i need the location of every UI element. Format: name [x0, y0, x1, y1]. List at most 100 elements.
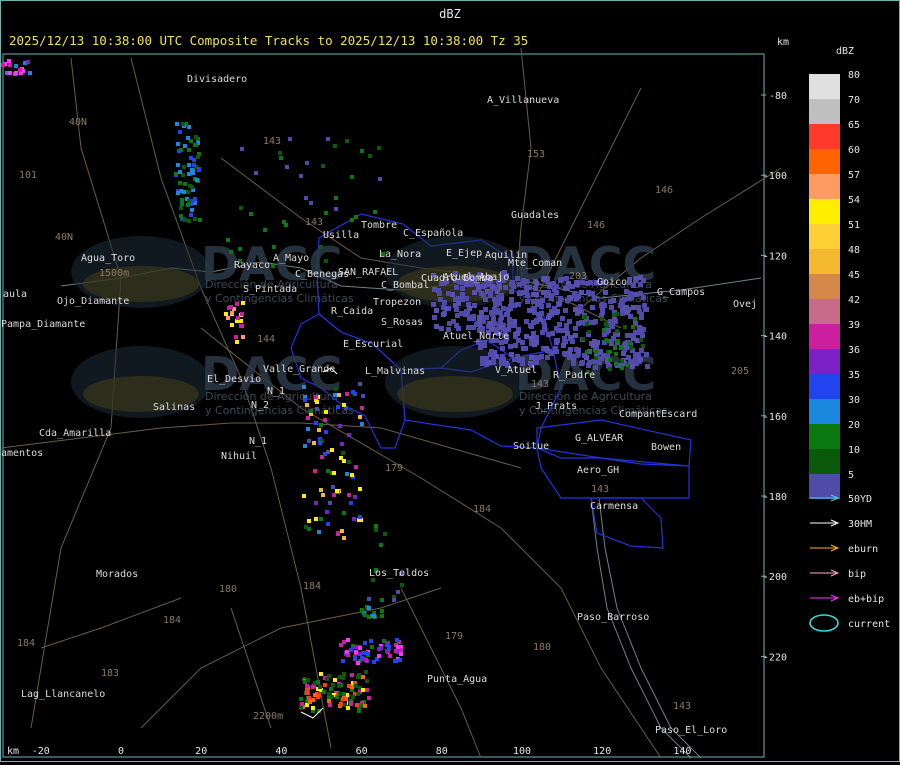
echo-cell: [192, 163, 196, 167]
echo-cell: [302, 385, 306, 389]
echo-cell: [463, 312, 468, 317]
legend-level-label: 42: [848, 295, 860, 306]
echo-cell: [387, 646, 391, 650]
echo-cell: [630, 333, 635, 338]
x-tick-label: -20: [32, 746, 50, 757]
echo-cell: [613, 319, 618, 324]
echo-cell: [393, 659, 397, 663]
watermark-group: DACC DACCDACC DACCDirección de Agricultura…: [71, 236, 668, 418]
track-legend-label: eb+bip: [848, 594, 884, 605]
echo-cell: [180, 198, 184, 202]
legend-title: dBZ: [836, 46, 854, 57]
echo-cell: [571, 361, 576, 366]
echo-cell: [472, 290, 477, 295]
echo-cell: [351, 390, 355, 394]
echo-cell: [312, 441, 316, 445]
echo-cell: [333, 393, 337, 397]
echo-cell: [236, 316, 240, 320]
echo-cell: [517, 358, 522, 363]
echo-cell: [509, 302, 514, 307]
legend-swatch: [809, 249, 840, 274]
echo-cell: [254, 171, 258, 175]
echo-cell: [504, 312, 509, 317]
echo-cell: [174, 172, 178, 176]
echo-cell: [559, 277, 564, 282]
echo-cell: [615, 312, 619, 316]
echo-cell: [574, 296, 579, 301]
echo-cell: [379, 543, 383, 547]
echo-cell: [523, 346, 528, 351]
echo-cell: [641, 344, 645, 348]
echo-cell: [358, 415, 362, 419]
radar-map[interactable]: DACC DACCDACC DACCDirección de Agricultura…: [1, 28, 798, 761]
echo-cell: [378, 177, 382, 181]
echo-cell: [534, 340, 539, 345]
echo-cell: [515, 276, 520, 281]
echo-cell: [483, 307, 488, 312]
echo-cell: [7, 59, 11, 63]
grid-annotation: 184: [17, 638, 35, 649]
echo-cell: [394, 649, 398, 653]
place-label: A_Villanueva: [487, 95, 559, 106]
place-label: C_Bombal: [381, 280, 429, 291]
echo-cell: [326, 469, 330, 473]
x-tick-label: 0: [118, 746, 124, 757]
echo-cell: [197, 168, 201, 172]
place-label: Atuel_Norte: [443, 331, 509, 342]
echo-cell: [486, 360, 491, 365]
echo-cell: [550, 331, 555, 336]
place-label: Divisadero: [187, 74, 247, 85]
echo-cell: [396, 645, 400, 649]
y-tick-label: -80: [769, 91, 787, 102]
echo-cell: [546, 290, 551, 295]
y-tick-label: -140: [763, 332, 787, 343]
echo-cell: [587, 330, 591, 334]
place-label: amentos: [1, 448, 43, 459]
echo-cell: [491, 316, 496, 321]
echo-cell: [631, 325, 635, 329]
echo-cell: [383, 532, 387, 536]
echo-cell: [333, 678, 337, 682]
echo-cell: [235, 302, 239, 306]
echo-cell: [613, 346, 617, 350]
echo-cell: [342, 459, 346, 463]
echo-cell: [534, 335, 539, 340]
echo-cell: [506, 307, 511, 312]
legend-level-label: 35: [848, 370, 860, 381]
echo-cell: [331, 683, 335, 687]
echo-cell: [498, 318, 503, 323]
echo-cell: [8, 71, 12, 75]
echo-cell: [187, 199, 191, 203]
echo-cell: [524, 334, 529, 339]
echo-cell: [299, 697, 303, 701]
echo-cell: [309, 201, 313, 205]
radar-map-panel[interactable]: DACC DACC DACC DACC Dirección de Agricultura…: [0, 28, 799, 762]
grid-annotation: 179: [385, 463, 403, 474]
echo-cell: [357, 707, 361, 711]
echo-cell: [368, 154, 372, 158]
echo-cell: [434, 324, 439, 329]
echo-cell: [349, 501, 353, 505]
legend-swatch: [809, 449, 840, 474]
place-label: Soitue: [513, 441, 549, 452]
echo-cell: [321, 493, 325, 497]
echo-cell: [456, 301, 461, 306]
echo-cell: [627, 277, 632, 282]
echo-cell: [363, 704, 367, 708]
legend-level-label: 65: [848, 120, 860, 131]
echo-cell: [306, 427, 310, 431]
echo-cell: [372, 614, 376, 618]
echo-cell: [323, 683, 327, 687]
echo-cell: [472, 303, 477, 308]
place-label: Punta_Agua: [427, 674, 487, 685]
echo-cell: [544, 346, 549, 351]
place-label: Morados: [96, 569, 138, 580]
echo-cell: [567, 319, 572, 324]
place-label: Ojo_Diamante: [57, 296, 129, 307]
echo-cell: [580, 360, 585, 365]
echo-cell: [342, 511, 346, 515]
echo-cell: [432, 315, 437, 320]
echo-cell: [625, 333, 630, 338]
grid-annotation: 40N: [55, 232, 73, 243]
track-legend: 50YD 30HM eburn bip eb+bip current: [809, 494, 890, 632]
